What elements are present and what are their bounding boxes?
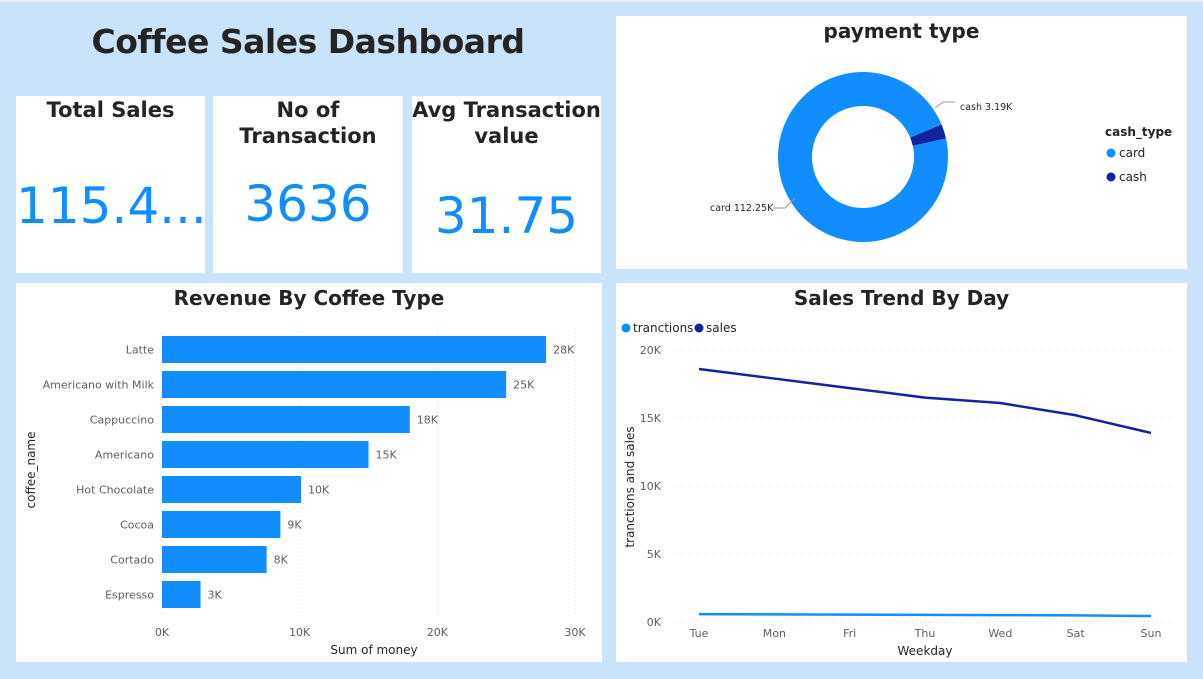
x-axis-title: Weekday	[898, 644, 953, 658]
category-label: Latte	[126, 344, 154, 357]
x-tick-label: 0K	[155, 626, 170, 639]
kpi-label: Total Sales	[46, 98, 175, 122]
x-tick-label: Fri	[843, 627, 856, 640]
category-label: Americano	[95, 449, 154, 462]
kpi-label-line2: value	[474, 124, 539, 148]
category-label: Cortado	[110, 554, 154, 567]
data-label: 9K	[287, 519, 302, 532]
bar-cortado[interactable]	[162, 546, 267, 573]
legend-marker-sales	[694, 323, 704, 333]
kpi-card-total-sales[interactable]: Total Sales 115.4...	[16, 96, 207, 273]
legend-item-sales[interactable]: sales	[706, 321, 737, 335]
y-axis-title: tranctions and sales	[623, 426, 637, 547]
legend-title: cash_type	[1105, 125, 1172, 140]
y-tick-label: 5K	[647, 548, 662, 561]
kpi-label: Avg Transaction	[412, 98, 601, 122]
legend-item-card[interactable]: card	[1119, 146, 1145, 160]
y-tick-label: 15K	[640, 412, 662, 425]
bar-hot-chocolate[interactable]	[162, 476, 302, 503]
series-line-tranctions[interactable]	[698, 612, 1152, 618]
cash-leader-line	[934, 101, 955, 109]
top-border	[0, 0, 1203, 2]
y-tick-label: 0K	[647, 616, 662, 629]
legend-marker-cash	[1106, 172, 1116, 182]
data-label: 10K	[308, 484, 330, 497]
kpi-value: 3636	[244, 175, 372, 233]
bar-espresso[interactable]	[162, 581, 201, 608]
x-tick-label: Sat	[1067, 627, 1086, 640]
slice-label-card: card 112.25K	[710, 203, 774, 214]
x-tick-label: Wed	[988, 627, 1012, 640]
bar-americano[interactable]	[162, 441, 369, 468]
category-label: Americano with Milk	[43, 379, 155, 392]
kpi-value: 31.75	[434, 187, 579, 245]
bar-latte[interactable]	[162, 336, 547, 363]
x-tick-label: Mon	[763, 627, 786, 640]
kpi-card-transactions[interactable]: No of Transaction 3636	[213, 96, 403, 273]
x-tick-label: 20K	[427, 626, 449, 639]
x-tick-label: Tue	[689, 627, 709, 640]
category-label: Cappuccino	[90, 414, 154, 427]
bar-americano-with-milk[interactable]	[162, 371, 507, 398]
category-label: Hot Chocolate	[76, 484, 154, 497]
data-label: 3K	[208, 589, 223, 602]
data-label: 28K	[553, 344, 575, 357]
legend-item-cash[interactable]: cash	[1119, 170, 1147, 184]
kpi-label: No of Transaction	[239, 98, 377, 148]
data-label: 8K	[274, 554, 289, 567]
dashboard-title: Coffee Sales Dashboard	[91, 22, 525, 61]
kpi-value: 115.4...	[16, 177, 207, 235]
data-label: 18K	[417, 414, 439, 427]
donut-slice-card[interactable]	[778, 72, 948, 243]
x-tick-label: Sun	[1141, 627, 1162, 640]
y-axis-title: coffee_name	[24, 431, 38, 508]
category-label: Cocoa	[120, 519, 154, 532]
y-tick-label: 20K	[640, 344, 662, 357]
legend-marker-card	[1106, 148, 1116, 158]
data-label: 25K	[513, 379, 535, 392]
legend-marker-tranctions	[621, 323, 631, 333]
bar-cappuccino[interactable]	[162, 406, 410, 433]
revenue-panel[interactable]: Revenue By Coffee Type 0K 10K 20K 30K Latte…	[16, 283, 602, 662]
x-axis-title: Sum of money	[330, 643, 417, 657]
payment-type-panel[interactable]: payment type cash 3.19K card 112.25K cas…	[616, 16, 1187, 269]
bar-cocoa[interactable]	[162, 511, 281, 538]
x-tick-label: 30K	[564, 626, 586, 639]
series-line-sales[interactable]	[698, 367, 1152, 435]
slice-label-cash: cash 3.19K	[960, 102, 1013, 113]
x-tick-label: 10K	[289, 626, 311, 639]
x-tick-label: Thu	[914, 627, 936, 640]
y-tick-label: 10K	[640, 480, 662, 493]
legend-item-tranctions[interactable]: tranctions	[633, 321, 693, 335]
trend-panel[interactable]: Sales Trend By Day tranctions sales 0K 5K…	[616, 283, 1187, 662]
donut-chart: cash 3.19K card 112.25K cash_type card c…	[710, 72, 1172, 243]
category-label: Espresso	[105, 589, 154, 602]
line-chart: tranctions sales 0K 5K 10K 15K 20K Tue Mon Fri T…	[621, 321, 1171, 658]
kpi-card-avg-transaction[interactable]: Avg Transaction value 31.75	[412, 96, 601, 273]
data-label: 15K	[376, 449, 398, 462]
bar-chart: 0K 10K 20K 30K Latte 28K Americano with Milk 2…	[24, 328, 586, 657]
